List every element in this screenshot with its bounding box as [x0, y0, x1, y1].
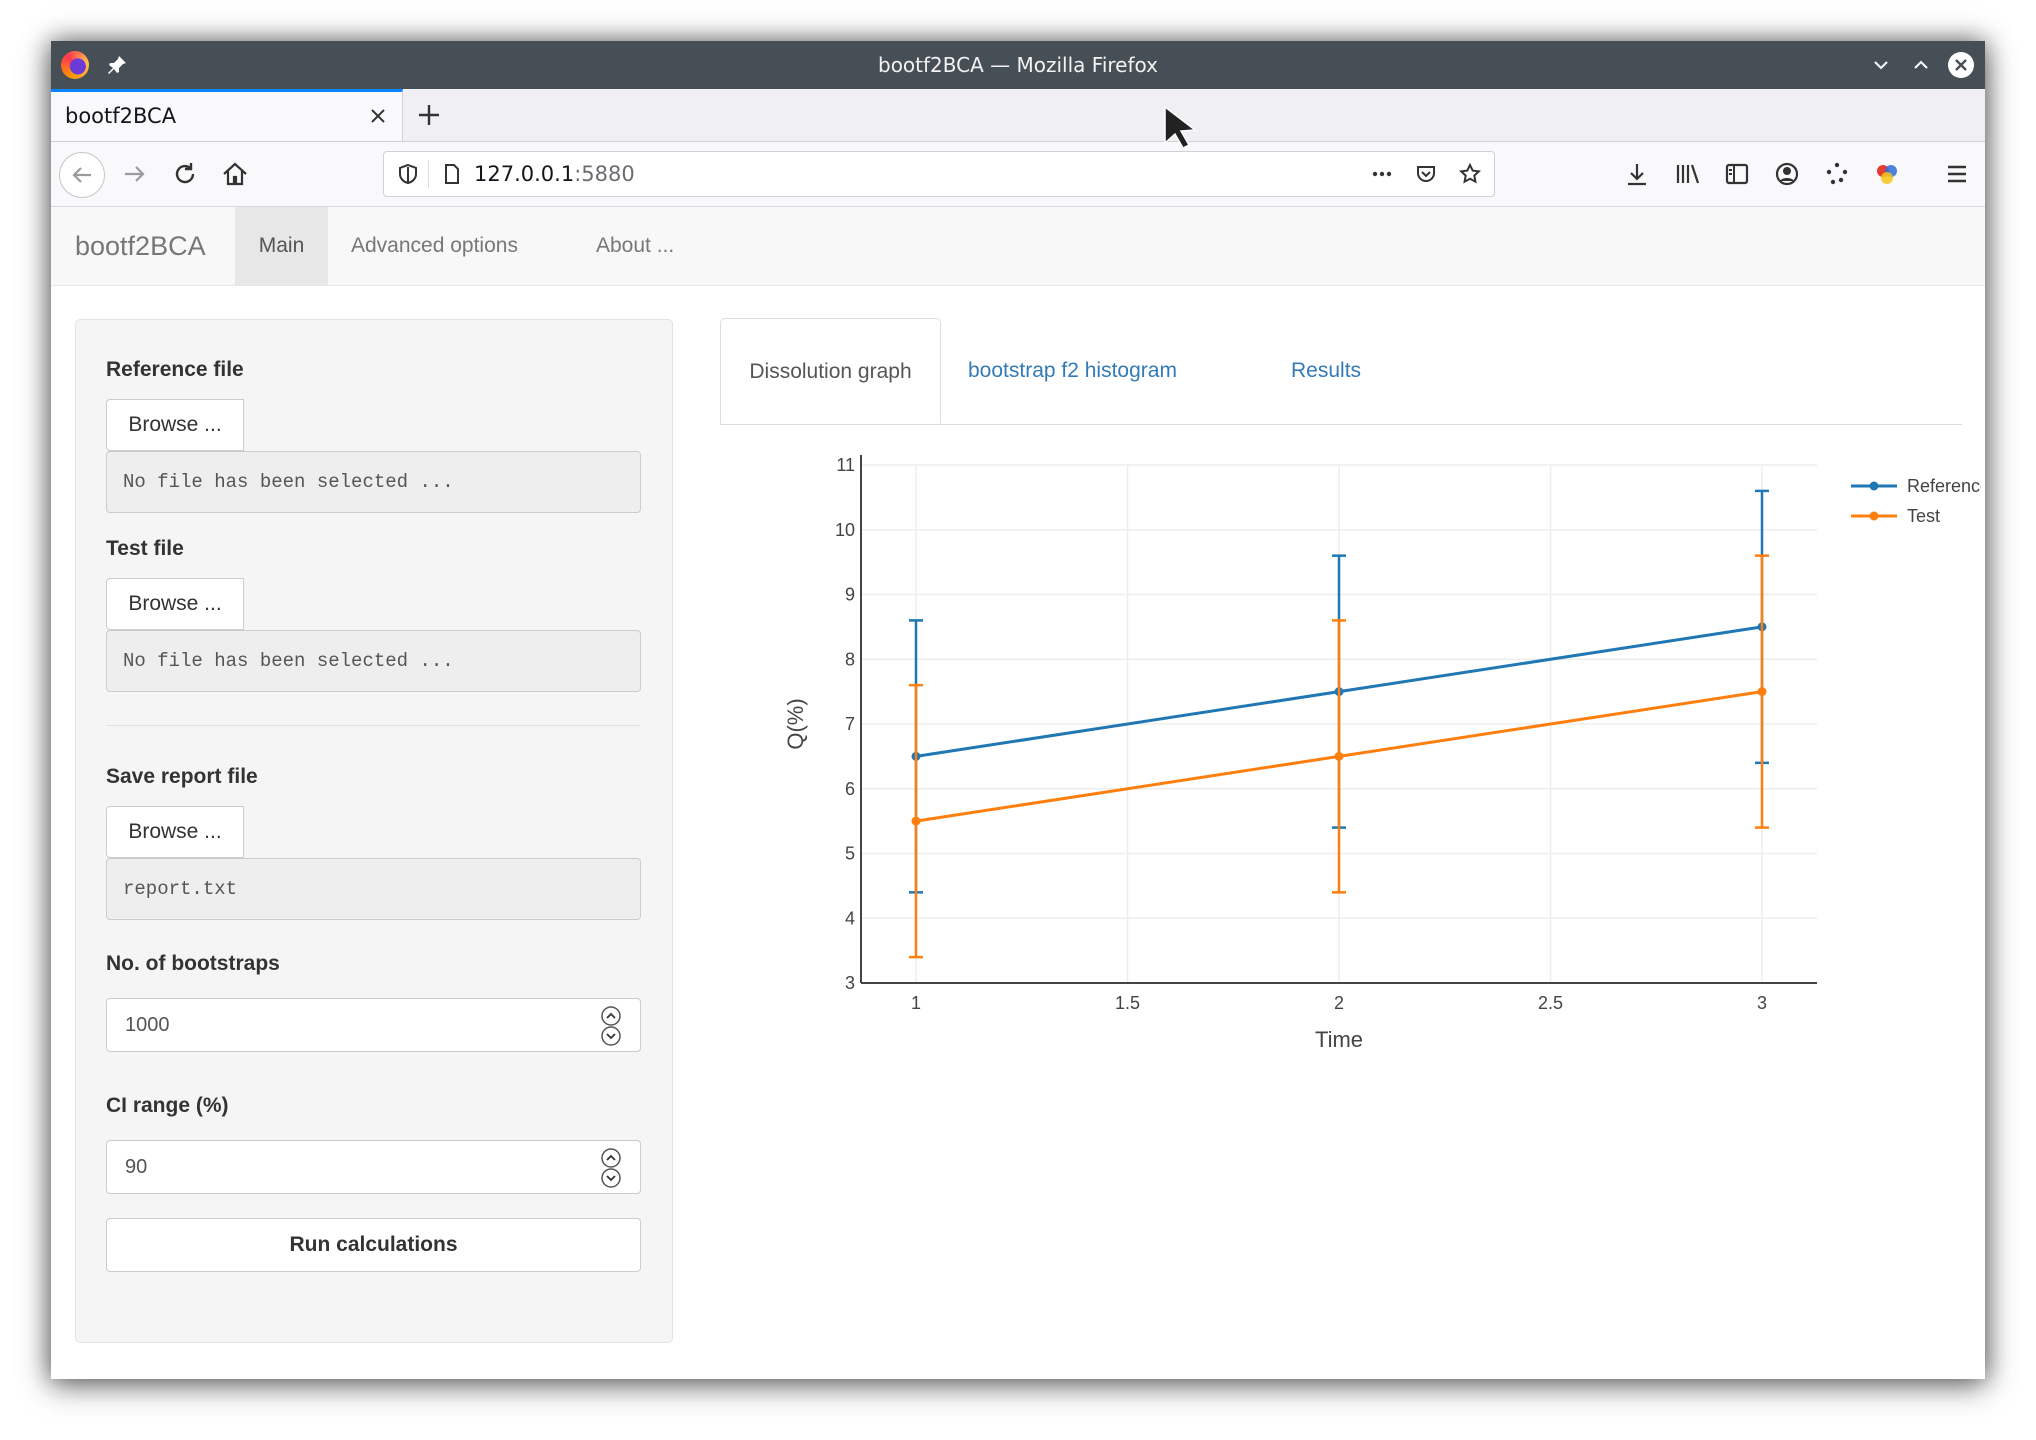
tab-dissolution-graph[interactable]: Dissolution graph	[720, 318, 941, 424]
forward-arrow-icon[interactable]	[119, 158, 151, 190]
minimize-icon[interactable]	[1867, 51, 1895, 79]
report-file-label: Save report file	[106, 765, 258, 788]
tab-strip: bootf2BCA	[51, 89, 1985, 142]
back-arrow-icon	[72, 167, 91, 183]
maximize-icon[interactable]	[1907, 51, 1935, 79]
bookmark-star-icon[interactable]	[1458, 162, 1482, 186]
url-text[interactable]: 127.0.0.1:5880	[474, 152, 635, 196]
bootstraps-value: 1000	[125, 1014, 170, 1036]
y-tick-label: 7	[845, 714, 855, 734]
report-browse-button[interactable]: Browse ...	[106, 806, 244, 858]
navigation-bar: 127.0.0.1:5880	[51, 142, 1985, 207]
data-point	[911, 816, 921, 826]
ci-range-input[interactable]: 90	[106, 1140, 641, 1194]
library-icon[interactable]	[1671, 158, 1703, 190]
test-file-label: Test file	[106, 537, 184, 560]
y-tick-label: 5	[845, 844, 855, 864]
legend-label: Reference	[1907, 476, 1981, 496]
url-bar[interactable]: 127.0.0.1:5880	[383, 151, 1495, 197]
ci-range-value: 90	[125, 1156, 148, 1178]
home-icon[interactable]	[219, 158, 251, 190]
x-axis-title: Time	[1315, 1027, 1363, 1052]
tab-results[interactable]: Results	[1291, 318, 1361, 424]
nav-advanced-options[interactable]: Advanced options	[328, 207, 541, 285]
menu-icon[interactable]	[1941, 158, 1973, 190]
page-icon	[445, 164, 459, 184]
ci-range-stepper-icon[interactable]	[600, 1147, 622, 1189]
title-bar: bootf2BCA — Mozilla Firefox	[51, 41, 1985, 89]
y-tick-label: 4	[845, 908, 855, 928]
downloads-icon[interactable]	[1621, 158, 1653, 190]
reload-icon[interactable]	[169, 158, 201, 190]
shield-icon[interactable]	[396, 162, 420, 186]
browser-tab[interactable]: bootf2BCA	[51, 89, 403, 141]
y-tick-label: 8	[845, 649, 855, 669]
new-tab-icon[interactable]	[413, 99, 445, 131]
y-tick-label: 11	[836, 455, 855, 475]
back-button[interactable]	[59, 152, 105, 198]
x-tick-label: 1	[911, 993, 921, 1013]
close-window-icon[interactable]	[1947, 51, 1975, 79]
test-browse-button[interactable]: Browse ...	[106, 578, 244, 630]
bootstraps-label: No. of bootstraps	[106, 952, 280, 975]
x-tick-label: 2.5	[1538, 993, 1563, 1013]
browser-tab-title: bootf2BCA	[65, 104, 177, 128]
report-file-field: report.txt	[106, 858, 641, 920]
main-tabs: Dissolution graph bootstrap f2 histogram…	[720, 318, 1962, 425]
ci-range-label: CI range (%)	[106, 1094, 229, 1117]
app-brand[interactable]: bootf2BCA	[75, 207, 206, 285]
data-point	[1757, 687, 1767, 697]
y-axis-title: Q(%)	[783, 698, 808, 749]
tab-bootstrap-histogram[interactable]: bootstrap f2 histogram	[968, 318, 1177, 424]
y-tick-label: 10	[835, 520, 855, 540]
close-tab-icon[interactable]	[368, 106, 388, 126]
legend-label: Test	[1907, 506, 1940, 526]
reference-file-label: Reference file	[106, 358, 244, 381]
x-tick-label: 1.5	[1115, 993, 1140, 1013]
x-tick-label: 2	[1334, 993, 1344, 1013]
nav-about[interactable]: About ...	[573, 207, 697, 285]
test-file-field: No file has been selected ...	[106, 630, 641, 692]
data-point	[1334, 751, 1344, 761]
nav-main[interactable]: Main	[235, 207, 328, 285]
reference-file-field: No file has been selected ...	[106, 451, 641, 513]
pocket-icon[interactable]	[1414, 162, 1438, 186]
more-options-icon[interactable]	[1370, 162, 1394, 186]
window-title: bootf2BCA — Mozilla Firefox	[878, 53, 1158, 77]
bootstraps-input[interactable]: 1000	[106, 998, 641, 1052]
divider	[106, 725, 641, 726]
account-icon[interactable]	[1771, 158, 1803, 190]
browser-window: bootf2BCA — Mozilla Firefox bootf2BCA 12…	[51, 41, 1985, 1379]
bootstraps-stepper-icon[interactable]	[600, 1005, 622, 1047]
color-extension-icon[interactable]	[1871, 158, 1903, 190]
y-tick-label: 3	[845, 973, 855, 993]
reference-browse-button[interactable]: Browse ...	[106, 399, 244, 451]
legend-marker	[1869, 481, 1879, 491]
extension-icon[interactable]	[1821, 158, 1853, 190]
sidebar-panel: Reference file Browse ... No file has be…	[75, 319, 673, 1343]
app-navbar: bootf2BCA Main Advanced options About ..…	[51, 207, 1985, 286]
sidebar-toggle-icon[interactable]	[1721, 158, 1753, 190]
legend-marker	[1869, 511, 1879, 521]
dissolution-chart: 1 1.5 2 2.5 3 3 4 5 6 7 8 9 10 11 Time Q(%) Reference Tes…	[783, 455, 1981, 1052]
y-tick-label: 6	[845, 779, 855, 799]
y-tick-label: 9	[845, 585, 855, 605]
run-calculations-button[interactable]: Run calculations	[106, 1218, 641, 1272]
x-tick-label: 3	[1757, 993, 1767, 1013]
mouse-cursor-icon	[1164, 105, 1198, 149]
